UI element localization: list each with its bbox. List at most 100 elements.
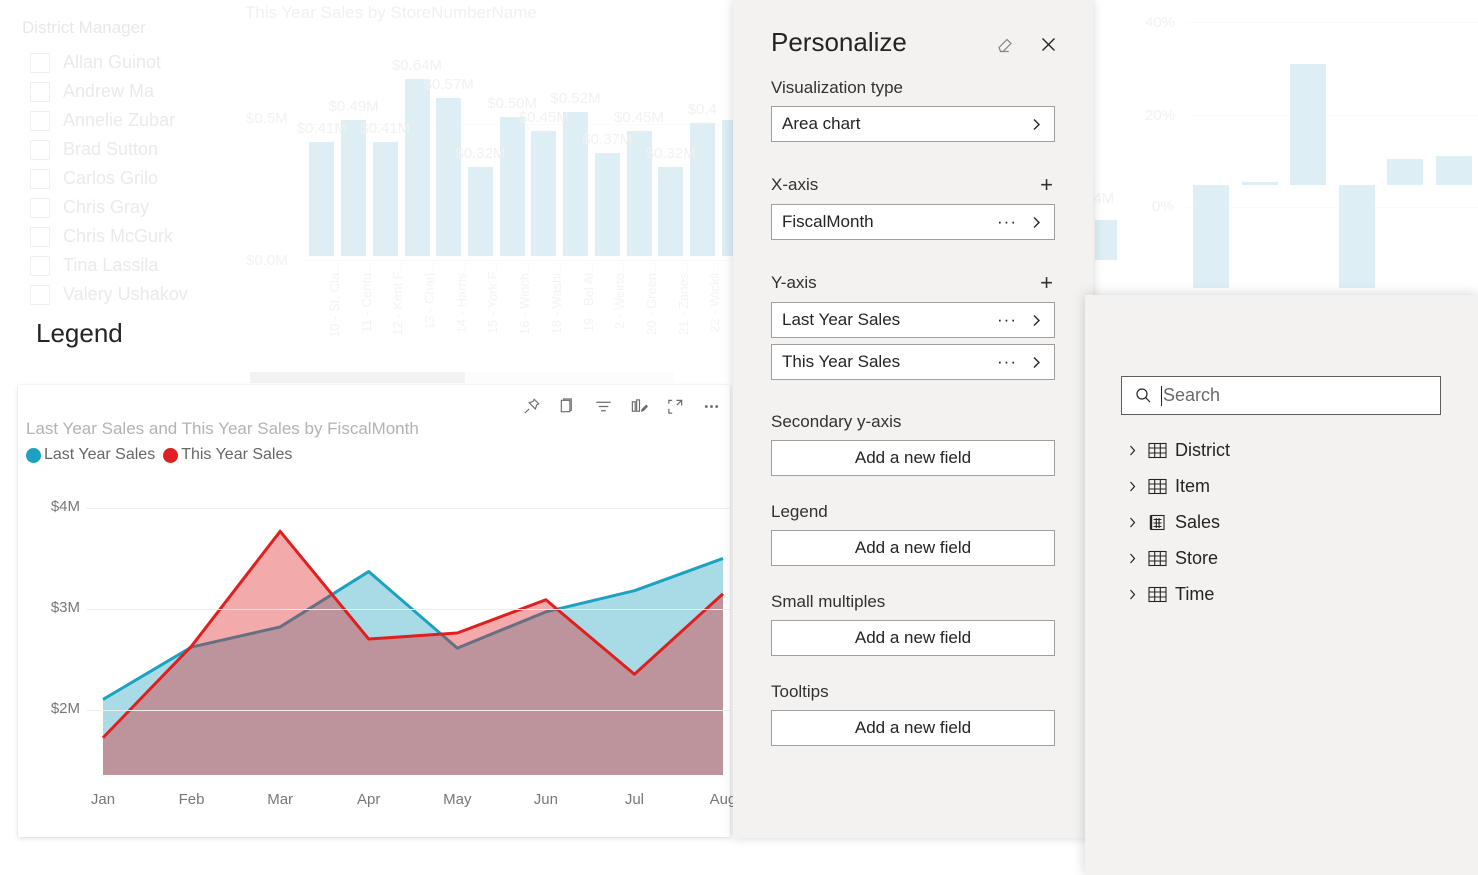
slicer-item-carlos-grilo[interactable]: Carlos Grilo (30, 164, 188, 193)
checkbox-icon[interactable] (30, 197, 50, 218)
field-last-year-sales[interactable]: Last Year Sales ··· (771, 302, 1055, 338)
personalize-icon[interactable] (628, 395, 650, 417)
checkbox-icon[interactable] (30, 110, 50, 131)
add-field-plus-icon[interactable]: + (1038, 174, 1055, 196)
slicer-item-allan-guinot[interactable]: Allan Guinot (30, 48, 188, 77)
eraser-icon[interactable] (991, 30, 1019, 58)
copy-icon[interactable] (556, 395, 578, 417)
chart-legend[interactable]: Last Year Sales This Year Sales (26, 446, 292, 464)
section-legend: Legend Add a new field (733, 502, 1093, 566)
more-options-icon[interactable] (700, 395, 722, 417)
slicer-item-valery-ushakov[interactable]: Valery Ushakov (30, 280, 188, 309)
bar-column[interactable] (531, 131, 557, 256)
bar-column[interactable] (1435, 155, 1472, 185)
bar-column[interactable] (1193, 185, 1230, 288)
legend-item-last-year-sales[interactable]: Last Year Sales (26, 446, 155, 464)
slicer-item-chris-mcgurk[interactable]: Chris McGurk (30, 222, 188, 251)
checkbox-icon[interactable] (30, 284, 50, 305)
legend-swatch-icon (26, 447, 41, 463)
chevron-right-icon[interactable] (1121, 588, 1143, 601)
checkbox-icon[interactable] (30, 226, 50, 247)
slicer-item-label: Brad Sutton (63, 139, 159, 159)
area-chart-svg (101, 529, 725, 775)
checkbox-icon[interactable] (30, 255, 50, 276)
legend-item-this-year-sales[interactable]: This Year Sales (163, 446, 292, 464)
bar-x-axis-label: 13 - Charl... (422, 262, 437, 330)
bar-column[interactable] (1290, 64, 1327, 185)
chevron-right-icon[interactable] (1121, 552, 1143, 565)
slicer-item-list[interactable]: Allan Guinot Andrew Ma Annelie Zubar Bra… (30, 48, 188, 309)
bar-column[interactable] (467, 167, 493, 256)
bar-data-label: $0.64M (391, 56, 443, 74)
bar-column[interactable] (404, 78, 430, 256)
bar-data-label: $0.52M (550, 89, 601, 107)
district-manager-slicer[interactable]: District Manager Allan Guinot Andrew Ma … (0, 0, 240, 320)
chevron-right-icon[interactable] (1121, 480, 1143, 493)
field-more-options-icon[interactable]: ··· (997, 352, 1017, 372)
field-fiscalmonth[interactable]: FiscalMonth ··· (771, 204, 1055, 240)
field-tree[interactable]: District Item Sales Store Time (1121, 432, 1451, 612)
bar-x-axis-label: 15 - York F... (485, 262, 501, 335)
bar-column[interactable] (1338, 185, 1375, 288)
checkbox-icon[interactable] (30, 81, 50, 102)
tree-item-item[interactable]: Item (1121, 468, 1451, 504)
field-more-options-icon[interactable]: ··· (997, 310, 1017, 330)
tree-item-store[interactable]: Store (1121, 540, 1451, 576)
bar-column[interactable] (499, 117, 525, 256)
chevron-right-icon[interactable] (1029, 215, 1044, 230)
bar-column[interactable] (372, 142, 398, 256)
filter-icon[interactable] (592, 395, 614, 417)
y-axis-tick: 20% (1145, 107, 1176, 124)
bar-x-axis-label: 11 - Centu... (358, 262, 374, 333)
bar-column[interactable] (689, 122, 715, 256)
bar-column[interactable] (1387, 159, 1424, 185)
section-small-multiples: Small multiples Add a new field (733, 592, 1093, 656)
this-year-sales-by-store-visual[interactable]: This Year Sales by StoreNumberName $0.5M… (240, 0, 750, 392)
y-axis-tick: 0% (1152, 198, 1174, 215)
area-chart-visual-card[interactable]: Last Year Sales and This Year Sales by F… (18, 385, 737, 837)
horizontal-scrollbar-thumb[interactable] (250, 372, 465, 383)
personalize-body[interactable]: Visualization type Area chart X-axis + F… (733, 78, 1093, 746)
tree-item-time[interactable]: Time (1121, 576, 1451, 612)
field-visualization-type[interactable]: Area chart (771, 106, 1055, 142)
bar-data-label: $0.45M (518, 109, 569, 127)
field-more-options-icon[interactable]: ··· (997, 212, 1017, 232)
measure-table-icon (1143, 514, 1171, 531)
bar-column[interactable] (658, 167, 684, 256)
checkbox-icon[interactable] (30, 52, 50, 73)
chevron-right-icon[interactable] (1121, 516, 1143, 529)
focus-mode-icon[interactable] (664, 395, 686, 417)
add-new-field-button-small-multiples[interactable]: Add a new field (771, 620, 1055, 656)
area-plot-area[interactable]: $2M $3M $4M Jan Feb Mar Apr May Jun Jul Aug (18, 473, 737, 837)
slicer-item-brad-sutton[interactable]: Brad Sutton (30, 135, 188, 164)
chevron-right-icon[interactable] (1029, 355, 1044, 370)
bar-column[interactable] (341, 120, 367, 256)
add-new-field-button-legend[interactable]: Add a new field (771, 530, 1055, 566)
tree-item-district[interactable]: District (1121, 432, 1451, 468)
checkbox-icon[interactable] (30, 168, 50, 189)
bar-column[interactable] (594, 153, 620, 256)
search-input[interactable]: Search (1121, 376, 1441, 415)
add-new-field-button-secondary-y-axis[interactable]: Add a new field (771, 440, 1055, 476)
slicer-item-andrew-ma[interactable]: Andrew Ma (30, 77, 188, 106)
add-new-field-button-tooltips[interactable]: Add a new field (771, 710, 1055, 746)
close-icon[interactable] (1034, 30, 1062, 58)
bar-column[interactable] (1241, 182, 1278, 185)
personalize-pane[interactable]: Personalize Visualization type Area char… (733, 0, 1093, 838)
chevron-right-icon[interactable] (1029, 313, 1044, 328)
add-field-plus-icon[interactable]: + (1038, 272, 1055, 294)
pin-icon[interactable] (520, 395, 542, 417)
field-this-year-sales[interactable]: This Year Sales ··· (771, 344, 1055, 380)
slicer-item-annelie-zubar[interactable]: Annelie Zubar (30, 106, 188, 135)
bar-column[interactable] (436, 98, 462, 256)
field-value: FiscalMonth (782, 212, 874, 231)
bar-column[interactable] (309, 142, 335, 256)
chevron-right-icon[interactable] (1029, 117, 1044, 132)
checkbox-icon[interactable] (30, 139, 50, 160)
visual-header-toolbar[interactable] (520, 391, 722, 421)
chevron-right-icon[interactable] (1121, 444, 1143, 457)
slicer-item-tina-lassila[interactable]: Tina Lassila (30, 251, 188, 280)
percent-change-visual[interactable]: 40% 20% 0% (1090, 0, 1478, 310)
tree-item-sales[interactable]: Sales (1121, 504, 1451, 540)
slicer-item-chris-gray[interactable]: Chris Gray (30, 193, 188, 222)
